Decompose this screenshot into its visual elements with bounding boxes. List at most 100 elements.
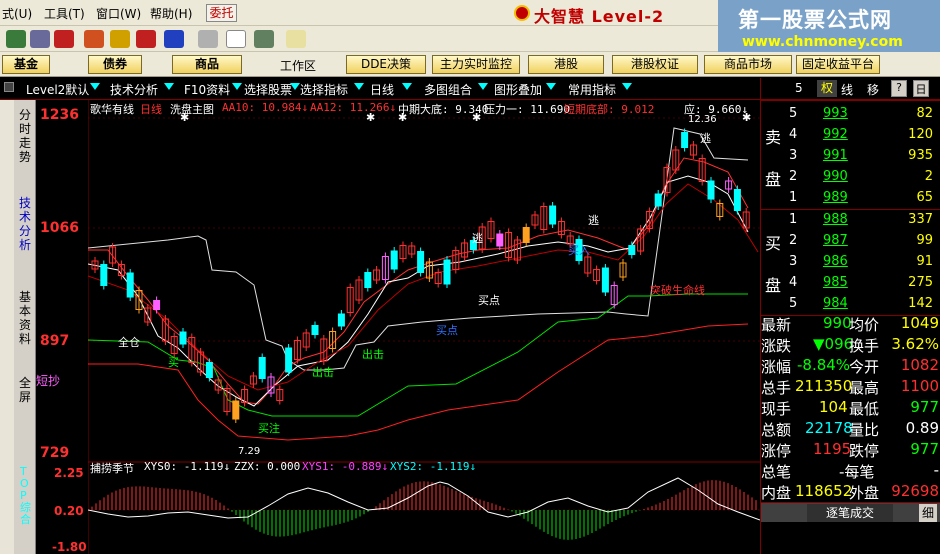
dropdown-arrow-icon[interactable] (232, 83, 242, 90)
weituo-button[interactable]: 委托 (206, 4, 237, 22)
sub-indicator-name: 捕捞季节 (90, 462, 134, 475)
fund-button[interactable]: 基金 (2, 55, 50, 74)
bid-row-4[interactable]: 4 985 275 (761, 273, 940, 294)
ask-row-2[interactable]: 2 990 2 (761, 167, 940, 188)
tool-binoculars-icon[interactable] (6, 30, 26, 48)
dropdown-arrow-icon[interactable] (622, 83, 632, 90)
candle-body (522, 227, 530, 243)
tool-window-icon[interactable] (226, 30, 246, 48)
tool-alert-icon[interactable] (84, 30, 104, 48)
menu-help[interactable]: 帮助(H) (150, 5, 192, 22)
move-button[interactable]: 移 (867, 81, 879, 98)
stock-code: 5 (795, 81, 803, 95)
ask-row-4[interactable]: 4 992 120 (761, 125, 940, 146)
dropdown-arrow-icon[interactable] (354, 83, 364, 90)
tab-select-indicator[interactable]: 选择指标 (300, 81, 348, 98)
sub-y-label-bottom: -1.80 (52, 540, 87, 554)
detail-tab[interactable]: 细 (919, 504, 937, 522)
stat-row-limit: 涨停 1195 跌停 977 (761, 440, 939, 460)
tab-multi-chart[interactable]: 多图组合 (424, 81, 472, 98)
tool-f10-icon[interactable] (136, 30, 156, 48)
annot-buy-point-1: 买点 (478, 294, 500, 307)
annot-buy-point-2: 买点 (436, 324, 458, 337)
bid-row-1[interactable]: 1 988 337 (761, 210, 940, 231)
stat-row-change: 涨跌 ▼096 换手 3.62% (761, 335, 939, 355)
menu-style[interactable]: 式(U) (2, 5, 32, 22)
tool-network-icon[interactable] (30, 30, 50, 48)
sub-xys2: XYS2: -1.119↓ (390, 460, 477, 473)
candle-body (628, 245, 636, 255)
stat-row-last: 最新 990 均价 1049 (761, 314, 939, 334)
bid-row-2[interactable]: 2 987 99 (761, 231, 940, 252)
kline-chart[interactable]: ✱ ✱ ✱ ✱ ✱ 歌华有线 日线 洗盘主图 AA10: 10.984↓ AA1… (88, 100, 760, 554)
line-button[interactable]: 线 (841, 81, 853, 98)
y-axis-panel (36, 100, 88, 554)
stat-row-volume: 总手 211350 最高 1100 (761, 377, 939, 397)
tool-help-cursor-icon[interactable] (286, 30, 306, 48)
dropdown-arrow-icon[interactable] (402, 83, 412, 90)
chart-resistance: 压力一: 11.690 (484, 103, 570, 116)
watermark-url: www.chnmoney.com (742, 34, 903, 50)
tab-technical[interactable]: 技术分析 (110, 81, 158, 98)
chart-stock-name: 歌华有线 (90, 103, 134, 116)
dropdown-arrow-icon[interactable] (290, 83, 300, 90)
tool-print-icon[interactable] (198, 30, 218, 48)
side-tab-fullscreen[interactable]: 全屏 (17, 376, 33, 404)
short-buy-label: 短抄 (36, 374, 61, 388)
tab-level2-default[interactable]: Level2默认 (26, 81, 89, 98)
candle-body (681, 132, 689, 148)
main-monitor-button[interactable]: 主力实时监控 (432, 55, 520, 74)
day-button[interactable]: 日 (913, 80, 929, 97)
commodity-market-button[interactable]: 商品市场 (704, 55, 792, 74)
dropdown-arrow-icon[interactable] (90, 83, 100, 90)
sub-xys1: XYS1: -0.889↓ (302, 460, 389, 473)
tab-f10[interactable]: F10资料 (184, 81, 230, 98)
tool-books-icon[interactable] (254, 30, 274, 48)
tick-trades-tab[interactable]: 逐笔成交 (807, 504, 893, 522)
tab-daily[interactable]: 日线 (370, 81, 394, 98)
fq-button[interactable]: 权 (817, 80, 837, 97)
side-tab-fundamentals[interactable]: 基本资料 (17, 290, 33, 346)
y-label-top: 1236 (40, 107, 79, 123)
tab-common-indicator[interactable]: 常用指标 (568, 81, 616, 98)
candlestick-series (91, 128, 750, 423)
panel-toggle-icon[interactable] (4, 82, 14, 92)
annot-escape-2: 逃 (588, 214, 599, 227)
stat-row-trades: 总笔 -每笔 - (761, 461, 939, 481)
fixed-income-button[interactable]: 固定收益平台 (796, 55, 880, 74)
hk-warrant-button[interactable]: 港股权证 (612, 55, 698, 74)
chart-aa10: AA10: 10.984↓ (222, 101, 309, 114)
dde-button[interactable]: DDE决策 (346, 55, 426, 74)
bottom-tabs: 逐笔成交 细 (761, 502, 940, 522)
tool-info-icon[interactable] (164, 30, 184, 48)
tool-chart-icon[interactable] (54, 30, 74, 48)
dropdown-arrow-icon[interactable] (546, 83, 556, 90)
side-tab-technical[interactable]: 技术分析 (17, 196, 33, 252)
candle-body (601, 267, 609, 293)
menu-tools[interactable]: 工具(T) (44, 5, 85, 22)
tab-overlay[interactable]: 图形叠加 (494, 81, 542, 98)
tool-diamond-icon[interactable] (110, 30, 130, 48)
candle-body (232, 400, 240, 420)
kline-svg: ✱ ✱ ✱ ✱ ✱ (88, 100, 760, 554)
dropdown-arrow-icon[interactable] (478, 83, 488, 90)
dropdown-arrow-icon[interactable] (164, 83, 174, 90)
bid-row-5[interactable]: 5 984 142 (761, 294, 940, 315)
candle-body (364, 272, 372, 288)
ask-row-1[interactable]: 1 989 65 (761, 188, 940, 209)
side-tab-timeshare[interactable]: 分时走势 (17, 108, 33, 164)
ask-row-5[interactable]: 5 993 82 (761, 104, 940, 125)
ask-row-3[interactable]: 3 991 935 (761, 146, 940, 167)
brand-title: 大智慧 Level-2 (534, 7, 665, 26)
commodity-button[interactable]: 商品 (172, 55, 242, 74)
watermark-title: 第一股票公式网 (738, 8, 892, 32)
sub-zzx: ZZX: 0.000 (234, 460, 301, 473)
function-bar: 基金 债券 商品 工作区 DDE决策 主力实时监控 港股 港股权证 商品市场 固… (0, 52, 940, 77)
bid-row-3[interactable]: 3 986 91 (761, 252, 940, 273)
hk-stock-button[interactable]: 港股 (528, 55, 604, 74)
stat-row-amount: 总额 22178 量比 0.89 (761, 419, 939, 439)
tab-select-stock[interactable]: 选择股票 (244, 81, 292, 98)
menu-window[interactable]: 窗口(W) (96, 5, 141, 22)
bond-button[interactable]: 债券 (88, 55, 142, 74)
help-button[interactable]: ? (891, 80, 907, 97)
